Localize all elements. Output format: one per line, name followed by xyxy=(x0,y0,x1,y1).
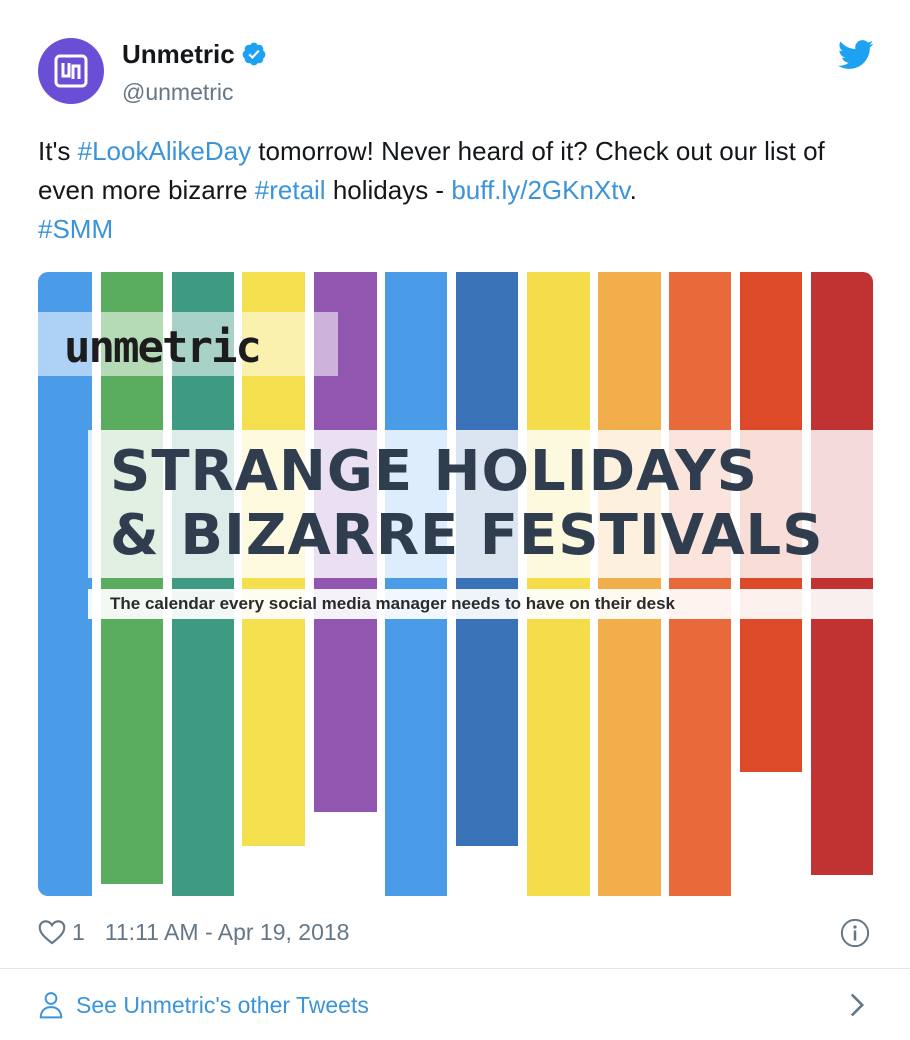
color-bar xyxy=(385,272,447,896)
color-bar xyxy=(669,272,731,896)
hashtag-retail-link[interactable]: #retail xyxy=(255,175,326,205)
media-title-line-1: STRANGE HOLIDAYS xyxy=(110,439,758,504)
heart-icon[interactable] xyxy=(38,919,66,945)
twitter-bird-icon[interactable] xyxy=(838,40,874,70)
tweet-text: It's #LookAlikeDay tomorrow! Never heard… xyxy=(38,132,868,249)
author-display-name[interactable]: Unmetric xyxy=(122,38,235,70)
see-other-tweets-link[interactable]: See Unmetric's other Tweets xyxy=(38,986,369,1024)
see-other-tweets-label[interactable]: See Unmetric's other Tweets xyxy=(76,992,369,1019)
divider xyxy=(0,968,910,969)
info-icon[interactable] xyxy=(840,918,870,948)
hashtag-smm-link[interactable]: #SMM xyxy=(38,214,113,244)
tweet-text-segment: . xyxy=(629,175,637,205)
author-handle[interactable]: @unmetric xyxy=(122,78,234,106)
unmetric-logo-icon xyxy=(54,54,88,88)
short-url-link[interactable]: buff.ly/2GKnXtv xyxy=(451,175,629,205)
author-name-row[interactable]: Unmetric xyxy=(122,38,267,70)
media-title-line-2: & BIZARRE FESTIVALS xyxy=(110,503,824,568)
verified-badge-icon xyxy=(242,42,266,66)
tweet-media-image[interactable]: unmetric STRANGE HOLIDAYS & BIZARRE FEST… xyxy=(38,272,873,896)
tweet-text-segment: It's xyxy=(38,136,78,166)
hashtag-lookalikeday-link[interactable]: #LookAlikeDay xyxy=(78,136,251,166)
embedded-tweet-card: Unmetric @unmetric It's #LookAlikeDay to… xyxy=(0,0,910,1040)
chevron-right-icon[interactable] xyxy=(848,992,866,1018)
person-icon xyxy=(39,992,63,1019)
tweet-text-segment: holidays - xyxy=(325,175,452,205)
media-subtitle: The calendar every social media manager … xyxy=(110,594,676,613)
tweet-meta-row: 1 11:11 AM - Apr 19, 2018 xyxy=(38,914,349,950)
tweet-timestamp[interactable]: 11:11 AM - Apr 19, 2018 xyxy=(105,919,350,946)
like-count[interactable]: 1 xyxy=(72,919,85,946)
media-brand-wordmark: unmetric xyxy=(64,322,262,373)
color-bar xyxy=(598,272,661,896)
color-bar xyxy=(527,272,590,896)
avatar[interactable] xyxy=(38,38,104,104)
